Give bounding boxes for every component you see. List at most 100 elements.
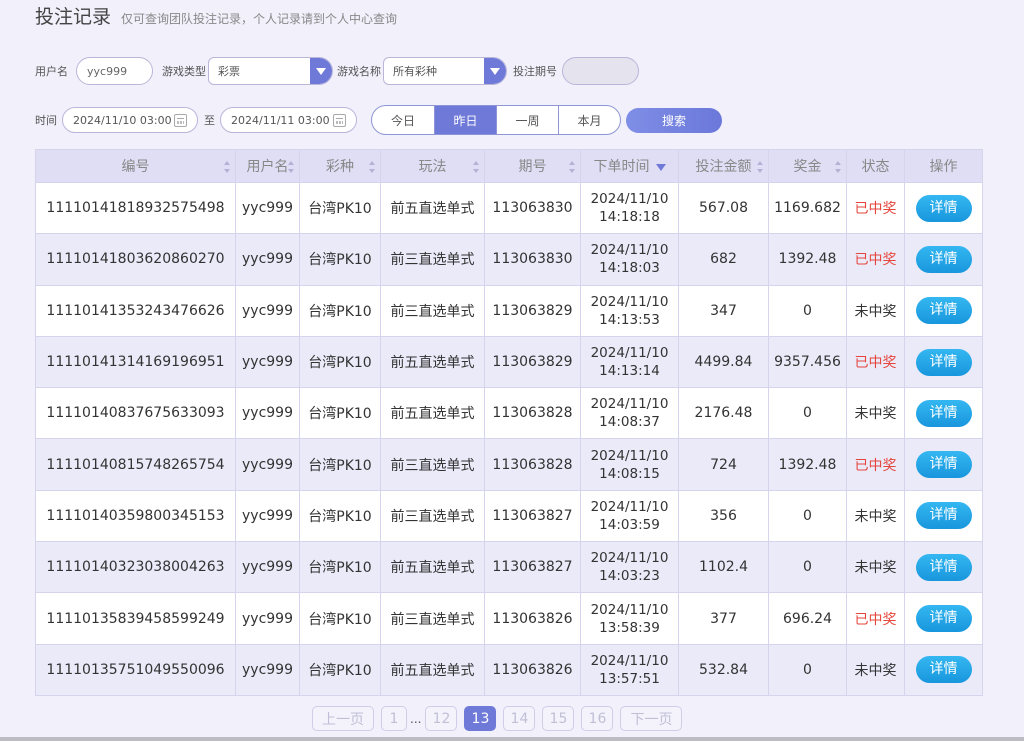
page-button-14[interactable]: 14 [503,706,536,731]
detail-button[interactable]: 详情 [915,553,972,581]
page-button-13[interactable]: 13 [464,706,497,731]
cell-play: 前五直选单式 [380,643,485,696]
col-header-lottery[interactable]: 彩种 [299,149,381,183]
col-header-id[interactable]: 编号 [35,149,236,183]
cell-status: 未中奖 [846,489,905,543]
table-row: 11110140359800345153 yyc999 台湾PK10 前三直选单式 11… [35,489,983,543]
order-clock: 14:08:37 [599,414,660,431]
time-from-input[interactable]: 2024/11/10 03:00 [62,107,198,133]
cell-id: 11110135751049550096 [35,643,236,696]
order-clock: 13:58:39 [599,619,660,636]
order-clock: 14:03:23 [599,568,660,585]
sort-desc-icon[interactable] [655,163,666,171]
next-page-button[interactable]: 下一页 [620,706,683,731]
sort-icon[interactable] [757,161,763,173]
page-button-16[interactable]: 16 [581,706,614,731]
page-button-1[interactable]: 1 [381,706,407,731]
cell-order-time: 2024/11/10 14:03:23 [580,541,679,594]
cell-prize: 1392.48 [768,233,847,286]
cell-amount: 567.08 [678,181,769,235]
calendar-icon[interactable] [333,113,346,127]
game-type-label: 游戏类型 [162,65,206,78]
detail-button[interactable]: 详情 [915,502,972,530]
detail-button[interactable]: 详情 [915,605,972,633]
cell-order-time: 2024/11/10 14:18:03 [580,233,679,286]
page-button-12[interactable]: 12 [425,706,458,731]
time-to-input[interactable]: 2024/11/11 03:00 [220,107,357,133]
col-header-prize[interactable]: 奖金 [768,149,847,183]
cell-period: 113063827 [484,541,581,594]
range-week[interactable]: 一周 [496,106,558,134]
detail-button[interactable]: 详情 [915,194,972,222]
cell-play: 前三直选单式 [380,233,485,286]
username-input[interactable]: yyc999 [76,57,153,85]
range-month[interactable]: 本月 [558,106,620,134]
prev-page-button[interactable]: 上一页 [312,706,374,731]
col-header-order-time[interactable]: 下单时间 [580,149,679,183]
period-input[interactable] [562,57,639,85]
cell-user: yyc999 [235,233,300,286]
detail-button[interactable]: 详情 [915,348,972,376]
order-date: 2024/11/10 [590,550,669,567]
cell-id: 11110140359800345153 [35,489,236,543]
detail-button[interactable]: 详情 [915,245,972,273]
table-row: 11110141818932575498 yyc999 台湾PK10 前五直选单式 11… [35,181,983,235]
range-today[interactable]: 今日 [372,106,434,134]
cell-prize: 9357.456 [768,335,847,389]
sort-icon[interactable] [473,161,479,173]
calendar-icon[interactable] [174,113,187,127]
cell-lottery: 台湾PK10 [299,489,381,543]
cell-user: yyc999 [235,592,300,645]
game-type-select[interactable]: 彩票 [208,57,333,85]
game-name-label: 游戏名称 [337,65,381,78]
page-button-15[interactable]: 15 [542,706,575,731]
order-date: 2024/11/10 [590,447,669,464]
cell-lottery: 台湾PK10 [299,181,381,235]
page-title: 投注记录 [35,6,112,28]
bottom-scrollbar[interactable] [0,737,1024,741]
cell-action: 详情 [904,181,983,235]
sort-icon[interactable] [835,161,841,173]
cell-period: 113063827 [484,489,581,543]
cell-id: 11110141353243476626 [35,284,236,337]
col-header-status: 状态 [846,149,905,183]
sort-icon[interactable] [569,161,575,173]
cell-lottery: 台湾PK10 [299,592,381,645]
col-header-amount[interactable]: 投注金额 [678,149,769,183]
cell-user: yyc999 [235,438,300,491]
range-yesterday[interactable]: 昨日 [434,106,496,134]
sort-icon[interactable] [288,161,294,173]
time-label: 时间 [35,114,57,127]
quick-range-tabs: 今日 昨日 一周 本月 [371,105,621,135]
cell-id: 11110141314169196951 [35,335,236,389]
cell-status: 未中奖 [846,387,905,440]
sort-icon[interactable] [224,161,230,173]
detail-button[interactable]: 详情 [915,656,972,684]
cell-period: 113063830 [484,181,581,235]
cell-lottery: 台湾PK10 [299,284,381,337]
chevron-down-icon [484,58,506,84]
cell-user: yyc999 [235,284,300,337]
detail-button[interactable]: 详情 [915,451,972,479]
col-header-play[interactable]: 玩法 [380,149,485,183]
search-button[interactable]: 搜索 [626,107,722,133]
order-date: 2024/11/10 [590,345,669,362]
game-name-select[interactable]: 所有彩种 [383,57,507,85]
col-header-user[interactable]: 用户名 [235,149,300,183]
order-date: 2024/11/10 [590,652,669,669]
table-row: 11110141314169196951 yyc999 台湾PK10 前五直选单式 11… [35,335,983,389]
cell-id: 11110135839458599249 [35,592,236,645]
order-clock: 14:18:03 [599,260,660,277]
cell-amount: 356 [678,489,769,543]
cell-order-time: 2024/11/10 13:57:51 [580,643,679,696]
order-date: 2024/11/10 [590,601,669,618]
detail-button[interactable]: 详情 [915,297,972,325]
cell-order-time: 2024/11/10 14:03:59 [580,489,679,543]
detail-button[interactable]: 详情 [915,399,972,427]
cell-action: 详情 [904,541,983,594]
cell-order-time: 2024/11/10 14:13:53 [580,284,679,337]
cell-lottery: 台湾PK10 [299,643,381,696]
cell-id: 11110141818932575498 [35,181,236,235]
col-header-period[interactable]: 期号 [484,149,581,183]
sort-icon[interactable] [369,161,375,173]
